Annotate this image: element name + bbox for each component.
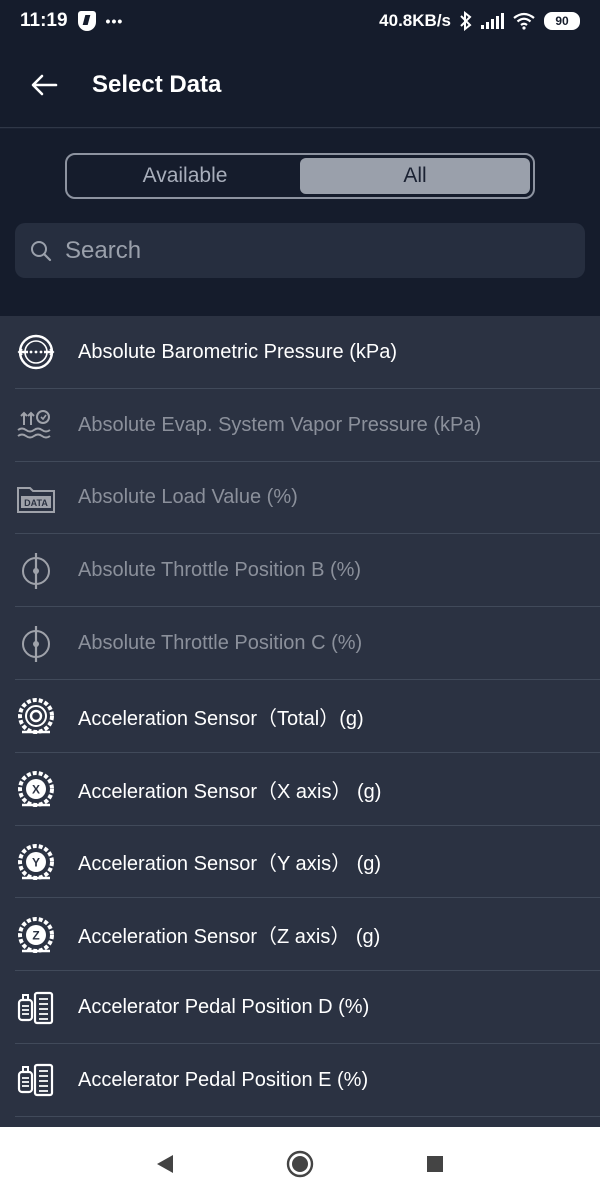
list-item[interactable]: Absolute Evap. System Vapor Pressure (kP… bbox=[0, 389, 600, 462]
nav-recents-button[interactable] bbox=[415, 1144, 455, 1184]
status-bar: 11:19 ••• 40.8KB/s 90 bbox=[0, 0, 600, 42]
circle-home-icon bbox=[286, 1150, 314, 1177]
pedal-icon bbox=[16, 1060, 56, 1100]
vapor-pressure-icon bbox=[16, 405, 56, 445]
list-item[interactable]: DATA Absolute Load Value (%) bbox=[0, 462, 600, 535]
list-item[interactable]: Z Acceleration Sensor（Z axis） (g) bbox=[0, 898, 600, 971]
arrow-left-icon bbox=[31, 74, 58, 95]
list-item[interactable]: Absolute Throttle Position C (%) bbox=[0, 607, 600, 680]
tab-all[interactable]: All bbox=[300, 158, 530, 194]
svg-text:DATA: DATA bbox=[24, 498, 48, 508]
acceleration-y-icon: Y bbox=[16, 842, 56, 882]
search-icon bbox=[31, 240, 52, 261]
list-item-label: Acceleration Sensor（Z axis） (g) bbox=[78, 926, 381, 949]
availability-toggle: Available All bbox=[65, 153, 535, 199]
cell-signal-icon bbox=[481, 13, 504, 29]
list-item[interactable]: Absolute Throttle Position B (%) bbox=[0, 534, 600, 607]
battery-indicator: 90 bbox=[544, 12, 580, 30]
system-nav-bar bbox=[0, 1127, 600, 1200]
back-button[interactable] bbox=[14, 55, 74, 115]
network-speed: 40.8KB/s bbox=[379, 11, 451, 30]
data-list: Absolute Barometric Pressure (kPa) Absol… bbox=[0, 316, 600, 1127]
triangle-back-icon bbox=[157, 1154, 173, 1173]
acceleration-x-icon: X bbox=[16, 769, 56, 809]
acceleration-z-icon: Z bbox=[16, 915, 56, 955]
wifi-icon bbox=[513, 12, 535, 30]
acceleration-total-icon bbox=[16, 696, 56, 736]
nav-back-button[interactable] bbox=[145, 1144, 185, 1184]
square-recents-icon bbox=[427, 1155, 443, 1172]
list-item-label: Accelerator Pedal Position D (%) bbox=[78, 996, 370, 1019]
list-item-label: Acceleration Sensor（Y axis） (g) bbox=[78, 853, 382, 876]
data-folder-icon: DATA bbox=[16, 478, 56, 518]
bluetooth-icon bbox=[460, 11, 472, 31]
search-bar bbox=[15, 223, 585, 278]
page-title: Select Data bbox=[92, 70, 222, 98]
pedal-icon bbox=[16, 988, 56, 1028]
list-item-label: Absolute Throttle Position B (%) bbox=[78, 559, 362, 582]
shield-icon bbox=[77, 11, 96, 31]
svg-text:Y: Y bbox=[32, 855, 40, 869]
list-item-label: Acceleration Sensor（Total）(g) bbox=[78, 707, 364, 730]
list-item[interactable]: Acceleration Sensor（Total）(g) bbox=[0, 680, 600, 753]
status-time: 11:19 bbox=[20, 10, 68, 31]
throttle-icon bbox=[16, 551, 56, 591]
svg-text:Z: Z bbox=[32, 928, 39, 942]
list-item[interactable]: Accelerator Pedal Position E (%) bbox=[0, 1044, 600, 1117]
list-item[interactable]: Absolute Barometric Pressure (kPa) bbox=[0, 316, 600, 389]
app-header: Select Data bbox=[0, 42, 600, 128]
svg-text:X: X bbox=[32, 783, 40, 797]
search-input[interactable] bbox=[65, 236, 545, 265]
more-notifications-icon: ••• bbox=[105, 13, 124, 29]
list-item[interactable]: Accelerator Pedal Position D (%) bbox=[0, 971, 600, 1044]
pressure-gauge-icon bbox=[16, 332, 56, 372]
list-item-label: Absolute Evap. System Vapor Pressure (kP… bbox=[78, 413, 482, 436]
list-item[interactable]: Y Acceleration Sensor（Y axis） (g) bbox=[0, 826, 600, 899]
list-item-label: Acceleration Sensor（X axis） (g) bbox=[78, 780, 382, 803]
list-item-label: Absolute Throttle Position C (%) bbox=[78, 632, 363, 655]
list-item-label: Accelerator Pedal Position E (%) bbox=[78, 1068, 369, 1091]
list-item[interactable]: X Acceleration Sensor（X axis） (g) bbox=[0, 753, 600, 826]
tab-available[interactable]: Available bbox=[70, 158, 300, 194]
nav-home-button[interactable] bbox=[280, 1144, 320, 1184]
controls-panel: Available All bbox=[0, 129, 600, 316]
list-item-label: Absolute Barometric Pressure (kPa) bbox=[78, 340, 398, 363]
throttle-icon bbox=[16, 624, 56, 664]
list-item-label: Absolute Load Value (%) bbox=[78, 486, 298, 509]
